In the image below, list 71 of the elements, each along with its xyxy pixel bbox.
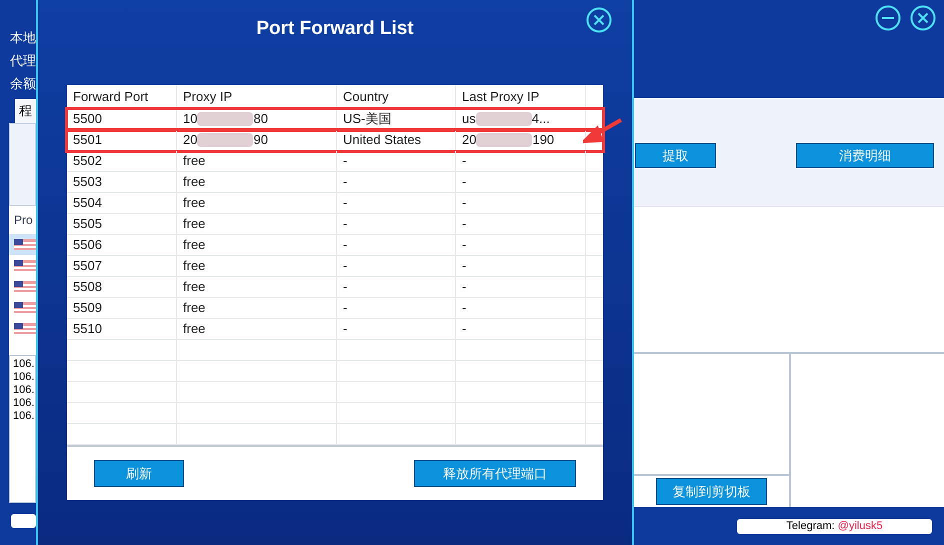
cell-text: 5506: [73, 236, 102, 254]
cell-text: free: [183, 278, 206, 296]
cell-text: -: [343, 194, 348, 212]
cell-text: free: [183, 194, 206, 212]
cell-text: 90: [253, 131, 268, 150]
table-row[interactable]: [9, 234, 36, 255]
status-bar: [11, 514, 36, 528]
cell-text: 5507: [73, 257, 102, 276]
list-item: 106.: [13, 397, 35, 410]
cell-text: free: [183, 215, 206, 234]
cell-text: 5509: [73, 299, 102, 318]
column-header[interactable]: Forward Port: [73, 86, 148, 106]
cell-text: -: [343, 173, 348, 192]
cell-text: 10: [183, 110, 198, 128]
cell-text: free: [183, 236, 206, 254]
tab[interactable]: 程: [15, 99, 36, 123]
cell-text: 5504: [73, 194, 102, 212]
field-label: 本地: [9, 29, 36, 47]
cell-text: -: [462, 320, 466, 338]
close-icon[interactable]: [586, 7, 612, 33]
cell-text: -: [343, 215, 348, 234]
field-label: 代理: [9, 52, 36, 70]
column-header: Pro: [13, 212, 34, 229]
cell-text: 5503: [73, 173, 102, 192]
cell-text: 80: [253, 110, 268, 128]
list-item: 106.: [13, 371, 35, 384]
cell-text: 5510: [73, 320, 102, 338]
cell-text: 5501: [73, 131, 102, 150]
cell-text: -: [343, 257, 348, 276]
field-label: 余额: [9, 75, 36, 93]
cell-text: 20: [462, 131, 476, 150]
cell-text: -: [462, 194, 466, 212]
cell-text: 5500: [73, 110, 102, 128]
telegram-label: Telegram: @yilusk5: [737, 518, 932, 534]
cell-text: -: [462, 257, 466, 276]
cell-text: 190: [532, 131, 554, 150]
cell-text: United States: [343, 131, 422, 150]
cell-text: -: [343, 299, 348, 318]
cell-text: -: [343, 320, 348, 338]
arrow-icon: [583, 118, 623, 144]
cell-text: free: [183, 173, 206, 192]
cell-text: -: [343, 278, 348, 296]
column-header[interactable]: Proxy IP: [183, 86, 232, 106]
list-item: 106.: [13, 410, 35, 423]
cell-text: US-美国: [343, 110, 392, 128]
cell-text: free: [183, 299, 206, 318]
cell-text: 4...: [532, 110, 550, 128]
cell-text: 5508: [73, 278, 102, 296]
cell-text: -: [462, 299, 466, 318]
cell-text: free: [183, 320, 206, 338]
list-item: 106.: [13, 384, 35, 397]
flag-icon: [14, 239, 36, 250]
cell-text: -: [462, 173, 466, 192]
dialog-title: Port Forward List: [256, 16, 414, 41]
cell-text: 20: [183, 131, 198, 150]
cell-text: us: [462, 110, 476, 128]
close-icon[interactable]: [910, 5, 936, 31]
column-header[interactable]: Country: [343, 86, 389, 106]
cell-text: 5505: [73, 215, 102, 234]
cell-text: -: [462, 152, 466, 170]
minimize-icon[interactable]: [875, 5, 901, 31]
cell-text: -: [462, 278, 466, 296]
cell-text: free: [183, 257, 206, 276]
cell-text: -: [462, 215, 466, 234]
cell-text: -: [343, 236, 348, 254]
cell-text: -: [343, 152, 348, 170]
cell-text: free: [183, 152, 206, 170]
list-item: 106.: [13, 358, 35, 371]
cell-text: -: [462, 236, 466, 254]
cell-text: 5502: [73, 152, 102, 170]
column-header[interactable]: Last Proxy IP: [462, 86, 540, 106]
